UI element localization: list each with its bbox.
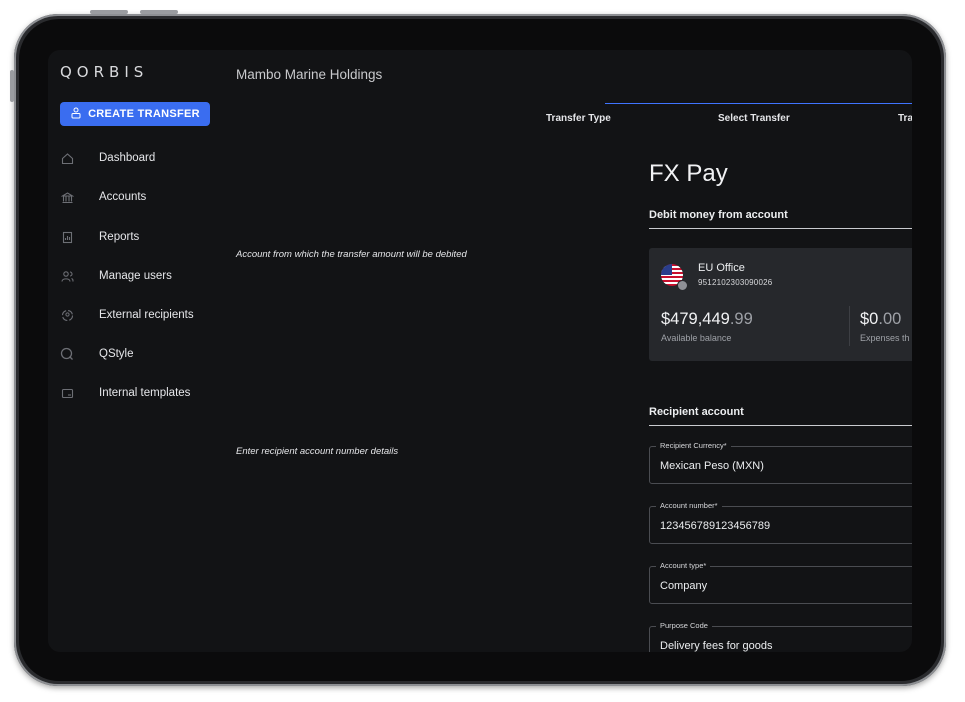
- expenses-decimals: .00: [878, 310, 902, 328]
- stepper-progress-line: [605, 103, 912, 104]
- field-label: Recipient Currency*: [656, 441, 731, 450]
- step-select-transfer[interactable]: Select Transfer: [718, 113, 790, 124]
- bank-icon: [60, 190, 74, 204]
- expenses-main: $0: [860, 310, 879, 328]
- sidebar-item-label: QStyle: [99, 348, 134, 360]
- purpose-code-field[interactable]: Purpose Code Delivery fees for goods: [649, 621, 912, 652]
- main-content: Mambo Marine Holdings Transfer Type Sele…: [223, 50, 912, 652]
- field-label: Account number*: [656, 501, 722, 510]
- debit-section-title: Debit money from account: [649, 209, 788, 221]
- account-status-icon: [677, 280, 688, 291]
- field-label: Account type*: [656, 561, 711, 570]
- sidebar-item-label: Accounts: [99, 191, 147, 203]
- sidebar-item-label: External recipients: [99, 309, 194, 321]
- sidebar-item-label: Dashboard: [99, 152, 156, 164]
- app-logo: QORBIS: [60, 63, 149, 81]
- card-divider: [849, 306, 850, 346]
- recipient-currency-select[interactable]: Recipient Currency* Mexican Peso (MXN): [649, 441, 912, 484]
- section-divider: [649, 425, 912, 426]
- available-balance-decimals: .99: [729, 310, 753, 328]
- account-number: 9512102303090026: [698, 278, 773, 287]
- step-next[interactable]: Tra: [898, 113, 912, 124]
- available-balance-amount: $479,449.99: [661, 310, 753, 329]
- sidebar-item-manage-users[interactable]: Manage users: [60, 266, 172, 286]
- app-screen: QORBIS CREATE TRANSFER Dashboard Account…: [48, 50, 912, 652]
- report-icon: [60, 230, 74, 244]
- debit-account-card[interactable]: EU Office 9512102303090026 $479,449.99 A…: [649, 248, 912, 361]
- field-label: Purpose Code: [656, 621, 712, 630]
- field-value: Mexican Peso (MXN): [660, 460, 764, 472]
- qstyle-icon: [60, 347, 74, 361]
- expenses-label: Expenses th: [860, 333, 910, 343]
- field-value: Delivery fees for goods: [660, 640, 773, 652]
- tablet-volume-button: [140, 10, 178, 14]
- recipient-hint: Enter recipient account number details: [236, 446, 399, 457]
- sidebar-item-accounts[interactable]: Accounts: [60, 187, 146, 207]
- sidebar-item-internal-templates[interactable]: Internal templates: [60, 383, 190, 403]
- recipients-icon: [60, 308, 74, 322]
- tablet-side-button: [10, 70, 14, 102]
- recipient-section-title: Recipient account: [649, 406, 744, 418]
- create-transfer-label: CREATE TRANSFER: [88, 108, 200, 120]
- account-type-select[interactable]: Account type* Company: [649, 561, 912, 604]
- field-value: Company: [660, 580, 708, 592]
- home-icon: [60, 151, 74, 165]
- sidebar: QORBIS CREATE TRANSFER Dashboard Account…: [48, 50, 223, 652]
- field-value: 123456789123456789: [660, 520, 771, 532]
- sidebar-item-label: Reports: [99, 231, 140, 243]
- section-divider: [649, 228, 912, 229]
- step-transfer-type[interactable]: Transfer Type: [546, 113, 611, 124]
- templates-icon: [60, 386, 74, 400]
- create-transfer-button[interactable]: CREATE TRANSFER: [60, 102, 210, 126]
- sidebar-item-label: Manage users: [99, 270, 172, 282]
- users-icon: [60, 269, 74, 283]
- transfer-icon: [70, 107, 82, 122]
- page-title: FX Pay: [649, 160, 728, 187]
- tablet-volume-button: [90, 10, 128, 14]
- organization-name: Mambo Marine Holdings: [236, 67, 383, 82]
- sidebar-item-qstyle[interactable]: QStyle: [60, 344, 134, 364]
- expenses-amount: $0.00: [860, 310, 901, 329]
- sidebar-item-label: Internal templates: [99, 387, 191, 399]
- account-number-field[interactable]: Account number* 123456789123456789: [649, 501, 912, 544]
- account-name: EU Office: [698, 262, 745, 274]
- available-balance-main: $479,449: [661, 310, 730, 328]
- sidebar-item-dashboard[interactable]: Dashboard: [60, 148, 155, 168]
- available-balance-label: Available balance: [661, 333, 732, 343]
- sidebar-item-external-recipients[interactable]: External recipients: [60, 305, 194, 325]
- debit-hint: Account from which the transfer amount w…: [236, 249, 467, 260]
- sidebar-item-reports[interactable]: Reports: [60, 227, 139, 247]
